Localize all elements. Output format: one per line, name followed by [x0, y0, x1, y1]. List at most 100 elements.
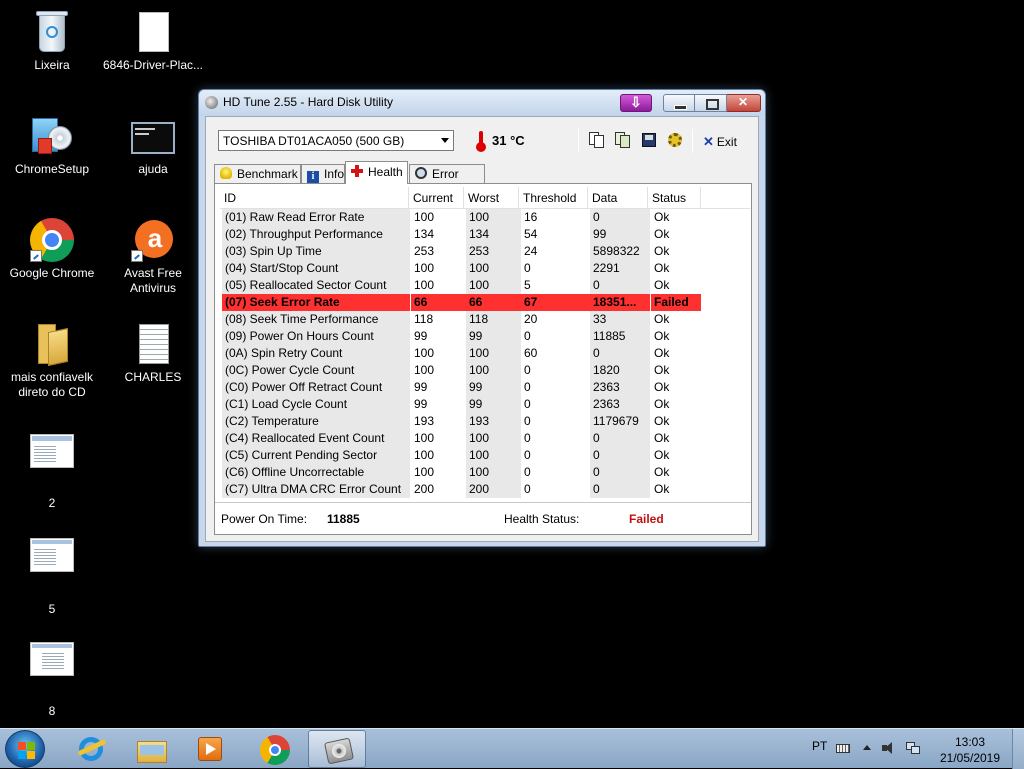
table-cell: Ok — [654, 244, 670, 258]
minimize-button[interactable] — [663, 94, 695, 112]
table-cell: 100 — [414, 431, 435, 445]
tab-health[interactable]: Health — [345, 161, 408, 184]
download-button[interactable] — [620, 94, 652, 112]
column-header[interactable]: ID — [220, 187, 409, 209]
table-cell: Ok — [654, 227, 670, 241]
smart-attributes-table[interactable]: ID Current Worst Threshold Data Status (… — [220, 187, 750, 498]
table-cell: 0 — [524, 448, 531, 462]
table-cell: 100 — [466, 447, 521, 464]
table-cell: 99 — [466, 396, 521, 413]
table-row[interactable]: (0C) Power Cycle Count 100 100 0 1820 Ok — [220, 362, 750, 379]
copy-screenshot-icon[interactable] — [614, 131, 632, 149]
maximize-button[interactable] — [695, 94, 727, 112]
table-row[interactable]: (C7) Ultra DMA CRC Error Count 200 200 0 0 Ok — [220, 481, 750, 498]
screenshot-thumbnail-icon — [28, 428, 76, 476]
installer-icon — [28, 112, 76, 160]
keyboard-icon[interactable] — [836, 741, 850, 755]
clock-time[interactable]: 13:03 — [940, 735, 1000, 749]
column-header[interactable]: Current — [409, 187, 464, 209]
table-cell: 100 — [466, 209, 521, 226]
taskbar-hdtune[interactable] — [308, 730, 366, 768]
show-hidden-icons-icon[interactable] — [860, 741, 874, 755]
desktop-icon-google-chrome[interactable]: Google Chrome — [0, 216, 104, 281]
copy-text-icon[interactable] — [588, 131, 606, 149]
table-cell: (0A) Spin Retry Count — [222, 345, 410, 362]
column-header[interactable]: Data — [588, 187, 648, 209]
table-row[interactable]: (0A) Spin Retry Count 100 100 60 0 Ok — [220, 345, 750, 362]
column-header[interactable]: Status — [648, 187, 701, 209]
table-cell: 16 — [524, 210, 538, 224]
close-button[interactable] — [727, 94, 761, 112]
table-row[interactable]: (01) Raw Read Error Rate 100 100 16 0 Ok — [220, 209, 750, 226]
desktop-icon-ajuda[interactable]: ajuda — [101, 112, 205, 177]
title-bar[interactable]: HD Tune 2.55 - Hard Disk Utility — [199, 90, 765, 116]
table-row[interactable]: (07) Seek Error Rate 66 66 67 18351... Failed — [220, 294, 750, 311]
tab-info[interactable]: i Info — [301, 164, 345, 183]
table-row[interactable]: (05) Reallocated Sector Count 100 100 5 0 Ok — [220, 277, 750, 294]
table-cell: (08) Seek Time Performance — [222, 311, 410, 328]
table-cell: 0 — [524, 329, 531, 343]
table-row[interactable]: (C2) Temperature 193 193 0 1179679 Ok — [220, 413, 750, 430]
taskbar-internet-explorer[interactable] — [62, 730, 120, 768]
column-header[interactable]: Worst — [464, 187, 519, 209]
taskbar-explorer[interactable] — [122, 730, 180, 768]
network-icon[interactable] — [906, 741, 920, 755]
show-desktop-button[interactable] — [1012, 729, 1024, 769]
options-gear-icon[interactable] — [666, 131, 684, 149]
drive-select[interactable]: TOSHIBA DT01ACA050 (500 GB) — [218, 130, 454, 151]
desktop-icon-2[interactable]: 2 — [0, 428, 104, 511]
desktop-icon-chromesetup[interactable]: ChromeSetup — [0, 112, 104, 177]
table-cell: 67 — [521, 294, 590, 311]
tab-error-scan[interactable]: Error Scan — [409, 164, 485, 195]
table-cell: 100 — [414, 278, 435, 292]
desktop-icon-label: ChromeSetup — [14, 162, 90, 176]
volume-icon[interactable] — [882, 741, 896, 755]
table-row[interactable]: (09) Power On Hours Count 99 99 0 11885 Ok — [220, 328, 750, 345]
table-cell: Ok — [654, 465, 670, 479]
document-file-icon — [129, 8, 177, 56]
table-cell: 100 — [414, 210, 435, 224]
table-row[interactable]: (C5) Current Pending Sector 100 100 0 0 Ok — [220, 447, 750, 464]
desktop-icon-avast[interactable]: a Avast Free Antivirus — [101, 216, 205, 296]
tab-benchmark[interactable]: Benchmark — [214, 164, 301, 183]
taskbar-chrome[interactable] — [245, 730, 303, 768]
table-cell: Ok — [654, 363, 670, 377]
desktop-icon-lixeira[interactable]: Lixeira — [0, 8, 104, 73]
table-row[interactable]: (03) Spin Up Time 253 253 24 5898322 Ok — [220, 243, 750, 260]
save-icon[interactable] — [640, 131, 658, 149]
table-cell: 11885 — [590, 328, 650, 345]
table-cell: 100 — [466, 464, 521, 481]
table-row[interactable]: (C0) Power Off Retract Count 99 99 0 2363 Ok — [220, 379, 750, 396]
chevron-down-icon — [441, 138, 449, 143]
table-cell: Failed — [651, 294, 701, 311]
desktop-icon-charles[interactable]: CHARLES — [101, 320, 205, 385]
table-cell: 100 — [466, 277, 521, 294]
table-row[interactable]: (02) Throughput Performance 134 134 54 99 Ok — [220, 226, 750, 243]
table-cell: 200 — [466, 481, 521, 498]
table-cell: Ok — [654, 380, 670, 394]
exit-button[interactable]: ✕ Exit — [700, 130, 746, 152]
tab-label: Benchmark — [237, 167, 298, 181]
table-row[interactable]: (04) Start/Stop Count 100 100 0 2291 Ok — [220, 260, 750, 277]
table-row[interactable]: (C4) Reallocated Event Count 100 100 0 0 Ok — [220, 430, 750, 447]
desktop-icon-driver[interactable]: 6846-Driver-Plac... — [101, 8, 205, 73]
table-cell: 200 — [414, 482, 435, 496]
window-client: TOSHIBA DT01ACA050 (500 GB) 31 °C ✕ Exit… — [205, 116, 759, 542]
desktop-icon-label: ajuda — [138, 162, 168, 176]
table-cell: (02) Throughput Performance — [222, 226, 410, 243]
taskbar-media-player[interactable] — [181, 730, 239, 768]
table-cell: (C6) Offline Uncorrectable — [222, 464, 410, 481]
table-row[interactable]: (C6) Offline Uncorrectable 100 100 0 0 Ok — [220, 464, 750, 481]
desktop-icon-8[interactable]: 8 — [0, 636, 104, 719]
desktop-icon-5[interactable]: 5 — [0, 534, 104, 617]
chrome-icon — [28, 216, 76, 264]
desktop-icon-mais-confiavel[interactable]: mais confiavelk direto do CD — [0, 320, 104, 400]
health-status-label: Health Status: — [504, 512, 580, 526]
language-indicator[interactable]: PT — [812, 739, 827, 753]
start-button[interactable] — [5, 730, 45, 768]
table-row[interactable]: (08) Seek Time Performance 118 118 20 33 Ok — [220, 311, 750, 328]
table-cell: (C2) Temperature — [222, 413, 410, 430]
column-header[interactable]: Threshold — [519, 187, 588, 209]
table-row[interactable]: (C1) Load Cycle Count 99 99 0 2363 Ok — [220, 396, 750, 413]
clock-date[interactable]: 21/05/2019 — [936, 751, 1004, 765]
